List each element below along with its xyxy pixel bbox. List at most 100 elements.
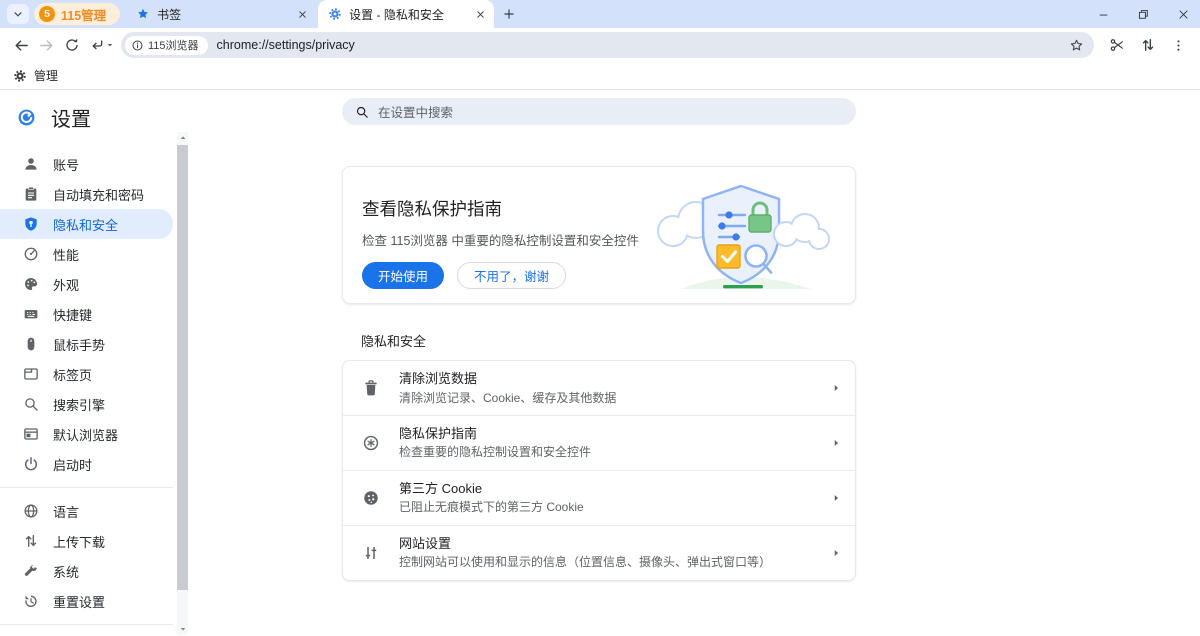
sidebar-item-power[interactable]: 启动时 bbox=[0, 449, 173, 479]
privacy-settings-list: 清除浏览数据清除浏览记录、Cookie、缓存及其他数据隐私保护指南检查重要的隐私… bbox=[342, 360, 856, 581]
settings-sidebar: 设置 账号自动填充和密码隐私和安全性能外观快捷键鼠标手势标签页搜索引擎默认浏览器… bbox=[0, 90, 190, 635]
chevron-right-icon bbox=[830, 547, 842, 559]
sidebar-item-keyboard[interactable]: 快捷键 bbox=[0, 299, 173, 329]
settings-row-trash[interactable]: 清除浏览数据清除浏览记录、Cookie、缓存及其他数据 bbox=[343, 361, 855, 416]
pinned-tab-115[interactable]: 5 115管理 bbox=[34, 3, 120, 25]
row-title: 第三方 Cookie bbox=[399, 479, 830, 499]
sidebar-item-label: 搜索引擎 bbox=[53, 395, 105, 414]
settings-main: 在设置中搜索 查看隐私保护指南 检查 115浏览器 中重要的隐私控制设置和安全控… bbox=[190, 90, 1200, 635]
sidebar-item-label: 外观 bbox=[53, 275, 79, 294]
forward-icon[interactable] bbox=[34, 33, 59, 58]
star-favicon-icon bbox=[136, 7, 150, 21]
tab-label: 设置 - 隐私和安全 bbox=[349, 6, 468, 23]
row-subtitle: 控制网站可以使用和显示的信息（位置信息、摄像头、弹出式窗口等） bbox=[399, 554, 830, 571]
toolbar: 115浏览器 chrome://settings/privacy bbox=[0, 28, 1200, 62]
address-bar[interactable]: 115浏览器 chrome://settings/privacy bbox=[121, 32, 1094, 58]
sidebar-item-label: 自动填充和密码 bbox=[53, 185, 144, 204]
115-browser-logo-icon bbox=[17, 108, 36, 127]
reset-icon bbox=[23, 593, 39, 609]
sidebar-item-label: 默认浏览器 bbox=[53, 425, 118, 444]
settings-search-input[interactable]: 在设置中搜索 bbox=[342, 98, 856, 125]
settings-row-cookie[interactable]: 第三方 Cookie已阻止无痕模式下的第三方 Cookie bbox=[343, 471, 855, 526]
sidebar-item-label: 上传下载 bbox=[53, 532, 105, 551]
settings-page: 设置 账号自动填充和密码隐私和安全性能外观快捷键鼠标手势标签页搜索引擎默认浏览器… bbox=[0, 90, 1200, 635]
wrench-icon bbox=[23, 563, 39, 579]
palette-icon bbox=[23, 276, 39, 292]
info-icon bbox=[131, 39, 144, 52]
sidebar-item-autofill[interactable]: 自动填充和密码 bbox=[0, 179, 173, 209]
sidebar-item-browser[interactable]: 默认浏览器 bbox=[0, 419, 173, 449]
sidebar-item-label: 标签页 bbox=[53, 365, 92, 384]
site-info-chip[interactable]: 115浏览器 bbox=[125, 36, 208, 55]
back-icon[interactable] bbox=[9, 33, 34, 58]
sidebar-item-globe[interactable]: 语言 bbox=[0, 496, 173, 526]
sidebar-item-person[interactable]: 账号 bbox=[0, 149, 173, 179]
menu-kebab-icon[interactable] bbox=[1166, 33, 1191, 58]
sidebar-divider bbox=[0, 487, 173, 488]
tab-label: 书签 bbox=[157, 6, 290, 23]
sidebar-item-palette[interactable]: 外观 bbox=[0, 269, 173, 299]
sidebar-item-label: 语言 bbox=[53, 502, 79, 521]
scissors-icon[interactable] bbox=[1104, 33, 1129, 58]
autofill-icon bbox=[23, 186, 39, 202]
sidebar-scrollbar[interactable] bbox=[177, 132, 188, 635]
sidebar-item-shield[interactable]: 隐私和安全 bbox=[0, 209, 173, 239]
sidebar-item-updown[interactable]: 上传下载 bbox=[0, 526, 173, 556]
sidebar-item-wrench[interactable]: 系统 bbox=[0, 556, 173, 586]
sidebar-item-tabpage[interactable]: 标签页 bbox=[0, 359, 173, 389]
sidebar-item-speed[interactable]: 性能 bbox=[0, 239, 173, 269]
mouse-icon bbox=[23, 336, 39, 352]
sidebar-item-label: 重置设置 bbox=[53, 592, 105, 611]
shield-illustration bbox=[643, 179, 839, 293]
settings-row-guide[interactable]: 隐私保护指南检查重要的隐私控制设置和安全控件 bbox=[343, 416, 855, 471]
sidebar-item-mouse[interactable]: 鼠标手势 bbox=[0, 329, 173, 359]
tab-search-button[interactable] bbox=[7, 4, 29, 24]
tab-close-icon[interactable] bbox=[297, 9, 308, 20]
tab-strip: 5 115管理 书签 设置 - 隐私和安全 bbox=[0, 0, 1200, 28]
tab-close-icon[interactable] bbox=[475, 9, 486, 20]
sidebar-item-label: 鼠标手势 bbox=[53, 335, 105, 354]
scrollbar-up-icon[interactable] bbox=[179, 132, 187, 144]
minimize-icon[interactable] bbox=[1097, 8, 1110, 21]
new-tab-button[interactable] bbox=[502, 7, 516, 21]
scrollbar-down-icon[interactable] bbox=[179, 623, 187, 635]
updown-icon bbox=[23, 533, 39, 549]
sidebar-item-reset[interactable]: 重置设置 bbox=[0, 586, 173, 616]
sidebar-item-search[interactable]: 搜索引擎 bbox=[0, 389, 173, 419]
sidebar-divider bbox=[0, 624, 173, 625]
reload-icon[interactable] bbox=[59, 33, 84, 58]
sidebar-nav: 账号自动填充和密码隐私和安全性能外观快捷键鼠标手势标签页搜索引擎默认浏览器启动时… bbox=[0, 142, 190, 636]
transfer-icon[interactable] bbox=[1135, 33, 1160, 58]
bookmark-star-icon[interactable] bbox=[1069, 38, 1084, 53]
row-title: 隐私保护指南 bbox=[399, 424, 830, 444]
trash-icon bbox=[362, 379, 382, 397]
start-button[interactable]: 开始使用 bbox=[362, 262, 444, 289]
sidebar-item-label: 隐私和安全 bbox=[53, 215, 118, 234]
restore-icon[interactable] bbox=[1137, 8, 1150, 21]
shield-icon bbox=[23, 216, 39, 232]
chevron-right-icon bbox=[830, 492, 842, 504]
power-icon bbox=[23, 456, 39, 472]
close-window-icon[interactable] bbox=[1177, 8, 1190, 21]
search-icon bbox=[355, 105, 369, 119]
cookie-icon bbox=[362, 489, 382, 507]
sidebar-item-label: 启动时 bbox=[53, 455, 92, 474]
chevron-right-icon bbox=[830, 437, 842, 449]
115-badge-icon: 5 bbox=[39, 6, 55, 22]
bookmarks-bar: 管理 bbox=[0, 62, 1200, 90]
sidebar-header: 设置 bbox=[0, 90, 190, 142]
browser-icon bbox=[23, 426, 39, 442]
search-icon bbox=[23, 396, 39, 412]
row-subtitle: 检查重要的隐私控制设置和安全控件 bbox=[399, 444, 830, 461]
scrollbar-thumb[interactable] bbox=[177, 145, 188, 590]
no-thanks-button[interactable]: 不用了，谢谢 bbox=[457, 262, 566, 289]
sidebar-item-label: 性能 bbox=[53, 245, 79, 264]
url-text[interactable]: chrome://settings/privacy bbox=[217, 38, 1069, 52]
globe-icon bbox=[23, 503, 39, 519]
tab-settings-active[interactable]: 设置 - 隐私和安全 bbox=[318, 0, 494, 28]
privacy-guide-promo-card: 查看隐私保护指南 检查 115浏览器 中重要的隐私控制设置和安全控件 开始使用 … bbox=[342, 166, 856, 304]
settings-row-tune[interactable]: 网站设置控制网站可以使用和显示的信息（位置信息、摄像头、弹出式窗口等） bbox=[343, 526, 855, 580]
tab-bookmarks[interactable]: 书签 bbox=[126, 0, 316, 28]
bookmark-item-label[interactable]: 管理 bbox=[34, 67, 58, 84]
restore-tab-dropdown-icon[interactable] bbox=[105, 40, 115, 50]
